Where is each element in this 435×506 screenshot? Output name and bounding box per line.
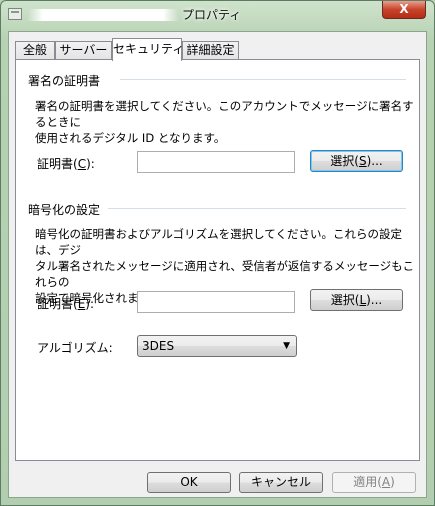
encryption-cert-field[interactable] <box>137 291 295 313</box>
encryption-heading: 暗号化の設定 <box>28 203 101 217</box>
tab-server[interactable]: サーバー <box>55 41 112 60</box>
window-title: プロパティ <box>182 8 242 22</box>
signing-select-suffix: )... <box>366 154 383 168</box>
apply-button[interactable]: 適用(A) <box>332 472 416 493</box>
chevron-down-icon: ▼ <box>283 341 290 351</box>
encryption-cert-label-suffix: ): <box>85 297 95 311</box>
signing-cert-field[interactable] <box>137 151 295 173</box>
signing-cert-label-prefix: 証明書( <box>37 157 78 171</box>
encryption-cert-label-prefix: 証明書( <box>37 297 78 311</box>
tab-general[interactable]: 全般 <box>15 41 55 60</box>
tab-advanced[interactable]: 詳細設定 <box>182 41 239 60</box>
redacted-account-name <box>28 9 178 21</box>
properties-window: プロパティ X 全般 サーバー セキュリティ 詳細設定 署名の証明書 署名の証明… <box>0 0 435 506</box>
apply-key: A <box>381 475 391 489</box>
cancel-button[interactable]: キャンセル <box>239 472 323 493</box>
ok-button[interactable]: OK <box>147 472 231 493</box>
signing-divider <box>120 79 406 80</box>
apply-suffix: ) <box>390 475 395 489</box>
encryption-select-suffix: )... <box>366 293 383 307</box>
signing-description: 署名の証明書を選択してください。このアカウントでメッセージに署名するときに 使用… <box>35 98 419 146</box>
apply-prefix: 適用( <box>353 475 382 489</box>
tab-strip: 全般 サーバー セキュリティ 詳細設定 <box>15 38 425 61</box>
signing-cert-label-suffix: ): <box>86 157 95 171</box>
signing-select-key: S <box>358 154 367 168</box>
dialog-client-area: 全般 サーバー セキュリティ 詳細設定 署名の証明書 署名の証明書を選択してくだ… <box>8 31 427 498</box>
signing-cert-label: 証明書(C): <box>37 155 95 172</box>
signing-select-prefix: 選択( <box>330 154 359 168</box>
encryption-select-prefix: 選択( <box>330 293 360 307</box>
encryption-desc-line-2: タル署名されたメッセージに適用され、受信者が返信するメッセージもこれらの <box>35 259 415 289</box>
algorithm-label: アルゴリズム: <box>37 341 113 355</box>
algorithm-select[interactable]: 3DES ▼ <box>137 335 297 357</box>
encryption-cert-label: 証明書(E): <box>37 295 94 312</box>
encryption-desc-line-1: 暗号化の証明書およびアルゴリズムを選択してください。これらの設定は、デジ <box>35 227 402 257</box>
signing-heading: 署名の証明書 <box>28 74 101 88</box>
security-panel: 署名の証明書 署名の証明書を選択してください。このアカウントでメッセージに署名す… <box>15 59 420 461</box>
signing-desc-line-1: 署名の証明書を選択してください。このアカウントでメッセージに署名するときに <box>35 99 414 129</box>
tab-security[interactable]: セキュリティ <box>112 38 184 61</box>
signing-desc-line-2: 使用されるデジタル ID となります。 <box>35 131 226 145</box>
close-button[interactable]: X <box>382 1 426 19</box>
signing-cert-label-key: C <box>77 157 87 171</box>
algorithm-value: 3DES <box>142 339 175 353</box>
account-icon <box>8 8 22 20</box>
signing-select-button[interactable]: 選択(S)... <box>310 150 403 172</box>
encryption-select-button[interactable]: 選択(L)... <box>310 289 403 311</box>
close-icon: X <box>399 2 409 16</box>
title-bar[interactable]: プロパティ X <box>1 1 434 27</box>
encryption-divider <box>108 208 406 209</box>
